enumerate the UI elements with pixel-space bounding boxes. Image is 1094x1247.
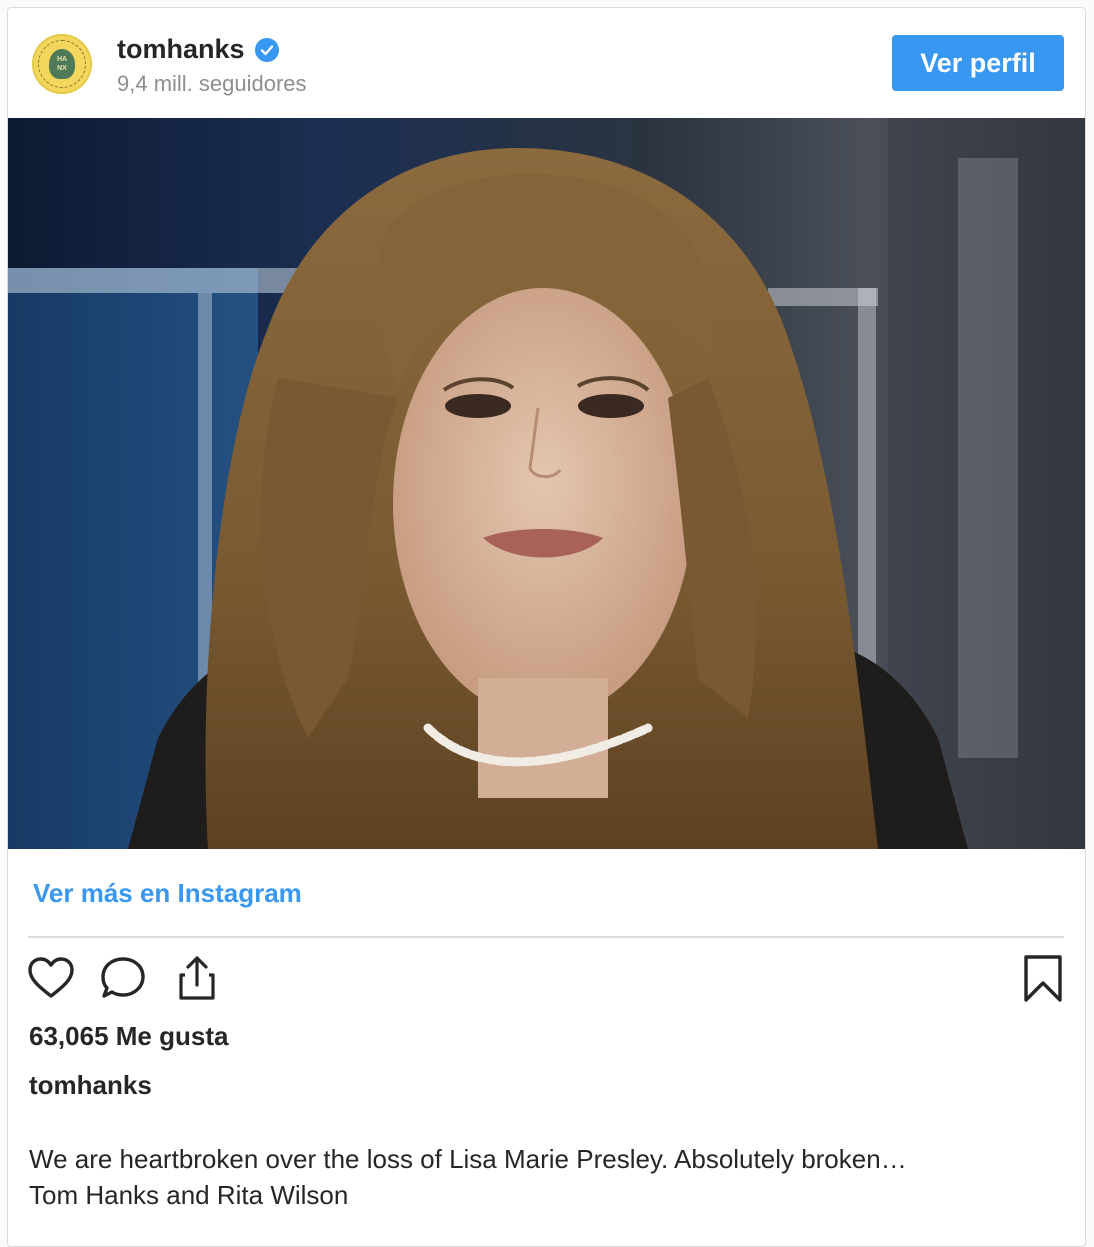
avatar-logo: HA NX [49,49,75,79]
divider [28,936,1064,938]
portrait-image [8,118,1085,849]
username-row: tomhanks [117,34,279,65]
post-header: HA NX tomhanks 9,4 mill. seguidores Ver p… [8,8,1085,118]
caption-line: We are heartbroken over the loss of Lisa… [29,1144,907,1174]
comment-icon[interactable] [99,953,149,1003]
username[interactable]: tomhanks [117,34,245,65]
post-caption: We are heartbroken over the loss of Lisa… [29,1141,907,1213]
post-photo[interactable] [8,118,1085,849]
caption-line: Tom Hanks and Rita Wilson [29,1180,349,1210]
like-count: 63,065 Me gusta [29,1021,229,1051]
post-author[interactable]: tomhanks [29,1070,152,1101]
heart-icon[interactable] [26,953,76,1003]
action-bar [26,953,1066,1005]
view-profile-button[interactable]: Ver perfil [892,35,1064,91]
verified-badge-icon [254,37,279,62]
follower-count: 9,4 mill. seguidores [117,71,307,96]
bookmark-icon[interactable] [1018,953,1068,1003]
view-more-on-instagram-link[interactable]: Ver más en Instagram [33,878,302,909]
profile-avatar[interactable]: HA NX [32,34,92,94]
share-icon[interactable] [172,953,222,1003]
instagram-embed-card: HA NX tomhanks 9,4 mill. seguidores Ver p… [7,7,1086,1247]
